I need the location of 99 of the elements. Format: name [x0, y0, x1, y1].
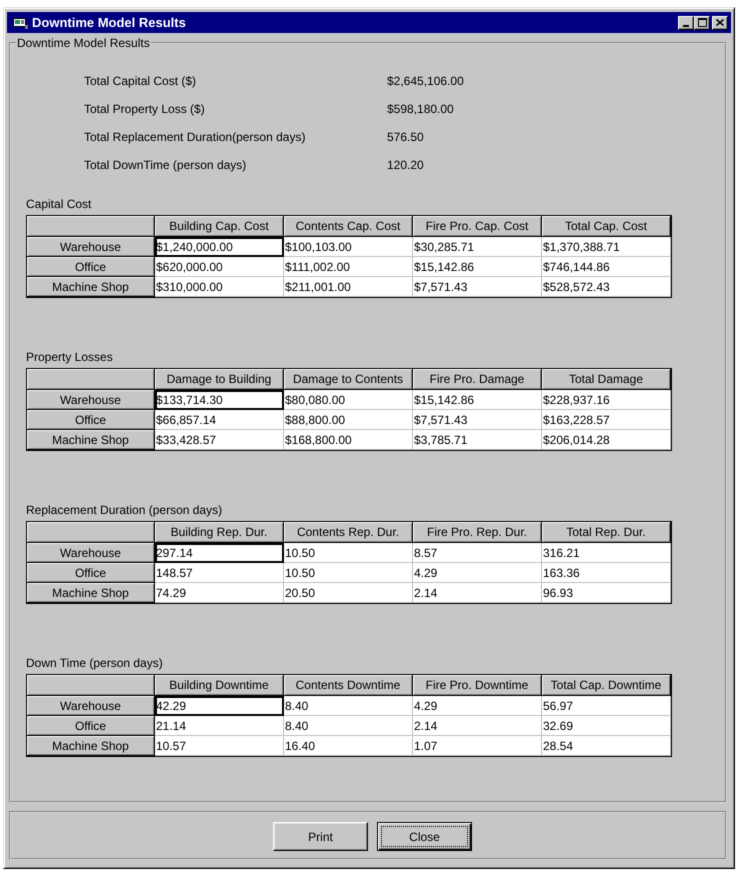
table-cell: $30,285.71 — [413, 237, 542, 257]
table-cell: 56.97 — [542, 696, 671, 716]
row-header: Machine Shop — [27, 277, 155, 297]
maximize-icon — [698, 18, 706, 27]
table-cell: $80,080.00 — [284, 390, 413, 410]
summary-value: $2,645,106.00 — [387, 74, 464, 88]
table-cell: $746,144.86 — [542, 257, 671, 277]
window-title: Downtime Model Results — [32, 15, 187, 30]
column-header: Building Rep. Dur. — [155, 522, 284, 543]
table-cell: 42.29 — [155, 696, 284, 716]
table-cell: $7,571.43 — [413, 277, 542, 297]
table-cell: 316.21 — [542, 543, 671, 563]
row-header: Machine Shop — [27, 430, 155, 450]
row-header: Office — [27, 410, 155, 430]
column-header: Fire Pro. Downtime — [413, 675, 542, 696]
table-cell: $1,370,388.71 — [542, 237, 671, 257]
summary-label: Total Property Loss ($) — [84, 102, 206, 116]
table-cell: $3,785.71 — [413, 430, 542, 450]
table-cell: 4.29 — [413, 563, 542, 583]
table-cell: $100,103.00 — [284, 237, 413, 257]
table-title: Property Losses — [26, 350, 113, 364]
row-header: Warehouse — [27, 390, 155, 410]
column-header: Total Rep. Dur. — [542, 522, 671, 543]
row-header: Warehouse — [27, 543, 155, 563]
table-cell: $168,800.00 — [284, 430, 413, 450]
summary-label: Total DownTime (person days) — [84, 158, 248, 172]
row-header: Warehouse — [27, 696, 155, 716]
column-header: Contents Downtime — [284, 675, 413, 696]
table-cell: $528,572.43 — [542, 277, 671, 297]
table-cell: $211,001.00 — [284, 277, 413, 297]
column-header: Damage to Contents — [284, 369, 413, 390]
row-header: Machine Shop — [27, 583, 155, 603]
table-cell: 16.40 — [284, 736, 413, 756]
row-header: Office — [27, 716, 155, 736]
column-header: Fire Pro. Damage — [413, 369, 542, 390]
table-cell: $310,000.00 — [155, 277, 284, 297]
column-header: Total Cap. Downtime — [542, 675, 671, 696]
column-header: Building Cap. Cost — [155, 216, 284, 237]
table-cell: 10.50 — [284, 563, 413, 583]
column-header: Total Damage — [542, 369, 671, 390]
column-header: Contents Rep. Dur. — [284, 522, 413, 543]
close-button[interactable] — [712, 16, 728, 30]
table-cell: $133,714.30 — [155, 390, 284, 410]
maximize-button[interactable] — [694, 16, 710, 30]
table-cell: 8.40 — [284, 696, 413, 716]
table-cell: $66,857.14 — [155, 410, 284, 430]
table-cell: 10.57 — [155, 736, 284, 756]
column-header: Fire Pro. Rep. Dur. — [413, 522, 542, 543]
table-cell: $111,002.00 — [284, 257, 413, 277]
minimize-icon — [683, 24, 689, 26]
table-title: Down Time (person days) — [26, 656, 163, 670]
table-cell: 20.50 — [284, 583, 413, 603]
dialog-button[interactable]: Close — [377, 822, 472, 851]
column-header: Damage to Building — [155, 369, 284, 390]
table-cell: $15,142.86 — [413, 257, 542, 277]
column-header: Building Downtime — [155, 675, 284, 696]
group-title: Downtime Model Results — [16, 36, 151, 50]
column-header: Contents Cap. Cost — [284, 216, 413, 237]
summary-value: 576.50 — [387, 130, 425, 144]
row-header: Office — [27, 257, 155, 277]
minimize-button[interactable] — [678, 16, 694, 30]
row-header: Warehouse — [27, 237, 155, 257]
table-cell: 74.29 — [155, 583, 284, 603]
table-cell: 163.36 — [542, 563, 671, 583]
table-cell: $620,000.00 — [155, 257, 284, 277]
column-header: Total Cap. Cost — [542, 216, 671, 237]
table-title: Capital Cost — [26, 197, 92, 211]
table-cell: $1,240,000.00 — [155, 237, 284, 257]
table-cell: 10.50 — [284, 543, 413, 563]
table-cell: 32.69 — [542, 716, 671, 736]
dialog-button[interactable]: Print — [273, 822, 368, 851]
table-cell: $206,014.28 — [542, 430, 671, 450]
table-cell: 297.14 — [155, 543, 284, 563]
table-cell: 2.14 — [413, 716, 542, 736]
summary-label: Total Capital Cost ($) — [84, 74, 198, 88]
table-cell: 2.14 — [413, 583, 542, 603]
table-cell: $88,800.00 — [284, 410, 413, 430]
table-cell: $33,428.57 — [155, 430, 284, 450]
table-cell: $15,142.86 — [413, 390, 542, 410]
table-cell: $228,937.16 — [542, 390, 671, 410]
table-cell: $163,228.57 — [542, 410, 671, 430]
table-cell: 21.14 — [155, 716, 284, 736]
table-cell: $7,571.43 — [413, 410, 542, 430]
table-title: Replacement Duration (person days) — [26, 503, 222, 517]
close-icon — [716, 19, 724, 26]
table-cell: 1.07 — [413, 736, 542, 756]
summary-label: Total Replacement Duration(person days) — [84, 130, 306, 144]
summary-value: 120.20 — [387, 158, 425, 172]
row-header: Office — [27, 563, 155, 583]
table-cell: 28.54 — [542, 736, 671, 756]
summary-value: $598,180.00 — [387, 102, 455, 116]
table-cell: 4.29 — [413, 696, 542, 716]
app-icon — [13, 16, 28, 29]
table-cell: 8.57 — [413, 543, 542, 563]
column-header: Fire Pro. Cap. Cost — [413, 216, 542, 237]
table-cell: 96.93 — [542, 583, 671, 603]
table-cell: 148.57 — [155, 563, 284, 583]
row-header: Machine Shop — [27, 736, 155, 756]
table-cell: 8.40 — [284, 716, 413, 736]
